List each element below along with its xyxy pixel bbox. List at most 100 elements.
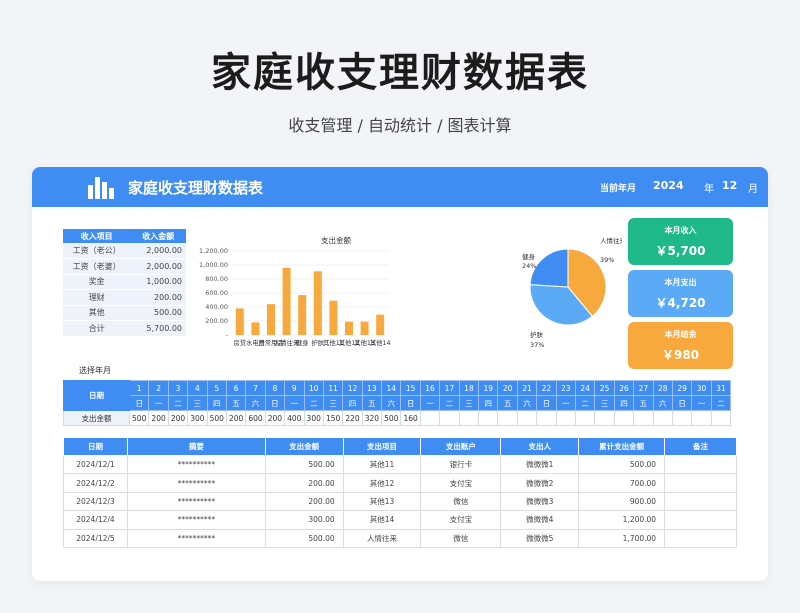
calendar-amount[interactable] — [652, 410, 673, 426]
detail-cell[interactable]: 1,200.00 — [578, 510, 666, 530]
calendar-amount[interactable]: 220 — [342, 410, 363, 426]
detail-cell[interactable]: 其他14 — [342, 510, 422, 530]
calendar-amount[interactable]: 500 — [128, 410, 150, 426]
calendar-amount[interactable] — [536, 410, 557, 426]
calendar-amount[interactable] — [594, 410, 615, 426]
detail-cell[interactable]: 2024/12/3 — [63, 491, 128, 512]
detail-cell[interactable] — [664, 528, 737, 548]
detail-cell[interactable]: 700.00 — [578, 473, 666, 493]
detail-cell[interactable]: ********** — [126, 473, 266, 493]
detail-cell[interactable]: 500.00 — [578, 454, 666, 475]
y-tick-label: 400.00 — [205, 303, 228, 311]
year-value[interactable]: 2024 — [653, 179, 684, 192]
calendar-weekday: 五 — [361, 395, 383, 411]
month-value[interactable]: 12 — [722, 179, 737, 192]
y-tick-label: - — [226, 331, 229, 339]
detail-cell[interactable]: 支付宝 — [420, 510, 502, 530]
calendar-amount[interactable]: 500 — [206, 410, 227, 426]
calendar-amount[interactable]: 500 — [381, 410, 402, 426]
detail-cell[interactable]: 500.00 — [264, 528, 344, 548]
expense-bar — [267, 304, 275, 335]
calendar-amount[interactable]: 200 — [148, 410, 169, 426]
income-item-amount[interactable]: 1,000.00 — [130, 274, 186, 290]
calendar-amount[interactable] — [671, 410, 693, 426]
income-item-amount[interactable]: 200.00 — [130, 289, 186, 306]
calendar-amount[interactable]: 200 — [225, 410, 247, 426]
calendar-weekday: 六 — [516, 395, 538, 411]
kpi-expense-value: ￥4,720 — [655, 296, 706, 310]
calendar-amount[interactable] — [439, 410, 460, 426]
detail-cell[interactable]: 银行卡 — [420, 454, 502, 475]
detail-cell[interactable]: 微信 — [420, 491, 502, 512]
x-tick-label: 其他14 — [370, 338, 391, 347]
calendar-amount[interactable]: 320 — [361, 410, 383, 426]
detail-cell[interactable] — [664, 491, 737, 512]
expense-bar — [313, 271, 322, 335]
calendar-day: 30 — [691, 380, 712, 396]
calendar-amount[interactable] — [497, 410, 518, 426]
income-item-amount[interactable]: 500.00 — [130, 305, 186, 321]
table-row: 2024/12/2 ********** 200.00 其他12 支付宝 微微微2 700.… — [63, 473, 737, 493]
calendar-day: 20 — [497, 380, 518, 396]
detail-cell[interactable]: 300.00 — [264, 510, 344, 530]
expense-bar — [345, 321, 353, 335]
calendar-amount[interactable] — [633, 410, 654, 426]
detail-cell[interactable]: 微微微5 — [500, 528, 580, 548]
calendar-amount[interactable]: 600 — [245, 410, 266, 426]
calendar-amount[interactable] — [516, 410, 538, 426]
detail-cell[interactable]: 200.00 — [264, 491, 344, 512]
detail-cell[interactable]: 其他12 — [342, 473, 422, 493]
calendar-amount[interactable] — [555, 410, 576, 426]
calendar-day: 29 — [671, 380, 693, 396]
detail-cell[interactable]: 其他11 — [342, 454, 422, 475]
detail-cell[interactable]: 其他13 — [342, 491, 422, 512]
income-item-amount[interactable]: 2,000.00 — [130, 258, 186, 275]
detail-cell[interactable]: ********** — [126, 454, 266, 475]
calendar-amount[interactable]: 300 — [303, 410, 324, 426]
calendar-amount[interactable] — [419, 410, 441, 426]
detail-cell[interactable]: 微微微2 — [500, 473, 580, 493]
detail-cell[interactable] — [664, 510, 737, 530]
calendar-amount[interactable]: 200 — [264, 410, 286, 426]
detail-cell[interactable]: 2024/12/2 — [63, 473, 128, 493]
detail-cell[interactable]: 1,700.00 — [578, 528, 666, 548]
income-item-name: 理财 — [63, 289, 131, 306]
detail-cell[interactable]: 2024/12/4 — [63, 510, 128, 530]
calendar-amount[interactable] — [574, 410, 596, 426]
calendar-weekday: 四 — [478, 395, 499, 411]
calendar-amount[interactable]: 200 — [167, 410, 189, 426]
detail-cell[interactable]: 2024/12/5 — [63, 528, 128, 548]
calendar-amount[interactable]: 150 — [322, 410, 344, 426]
detail-cell[interactable]: 微微微1 — [500, 454, 580, 475]
detail-cell[interactable]: 人情往来 — [342, 528, 422, 548]
detail-cell[interactable]: ********** — [126, 510, 266, 530]
detail-cell[interactable]: 900.00 — [578, 491, 666, 512]
detail-cell[interactable]: 200.00 — [264, 473, 344, 493]
calendar-amount[interactable] — [478, 410, 499, 426]
detail-cell[interactable]: 2024/12/1 — [63, 454, 128, 475]
detail-cell[interactable]: 微微微3 — [500, 491, 580, 512]
calendar-amount[interactable]: 160 — [400, 410, 421, 426]
detail-cell[interactable]: 微微微4 — [500, 510, 580, 530]
detail-cell[interactable]: ********** — [126, 491, 266, 512]
calendar-day: 21 — [516, 380, 538, 396]
pie-slice-label: 护肤 — [530, 330, 544, 339]
income-row: 其他 500.00 — [63, 305, 186, 321]
detail-cell[interactable] — [664, 473, 737, 493]
detail-cell[interactable]: 500.00 — [264, 454, 344, 475]
calendar-amount[interactable]: 400 — [284, 410, 305, 426]
calendar-weekday: 四 — [342, 395, 363, 411]
calendar-amount[interactable] — [613, 410, 635, 426]
income-item-amount[interactable]: 5,700.00 — [130, 320, 186, 337]
detail-cell[interactable]: 支付宝 — [420, 473, 502, 493]
calendar-weekday: 一 — [148, 395, 169, 411]
detail-cell[interactable]: ********** — [126, 528, 266, 548]
income-header-amount: 收入金额 — [130, 229, 186, 243]
calendar-amount[interactable] — [710, 410, 732, 426]
income-item-amount[interactable]: 2,000.00 — [130, 243, 186, 259]
calendar-amount[interactable] — [458, 410, 480, 426]
calendar-amount[interactable] — [691, 410, 712, 426]
detail-cell[interactable]: 微信 — [420, 528, 502, 548]
calendar-amount[interactable]: 300 — [187, 410, 208, 426]
detail-cell[interactable] — [664, 454, 737, 475]
